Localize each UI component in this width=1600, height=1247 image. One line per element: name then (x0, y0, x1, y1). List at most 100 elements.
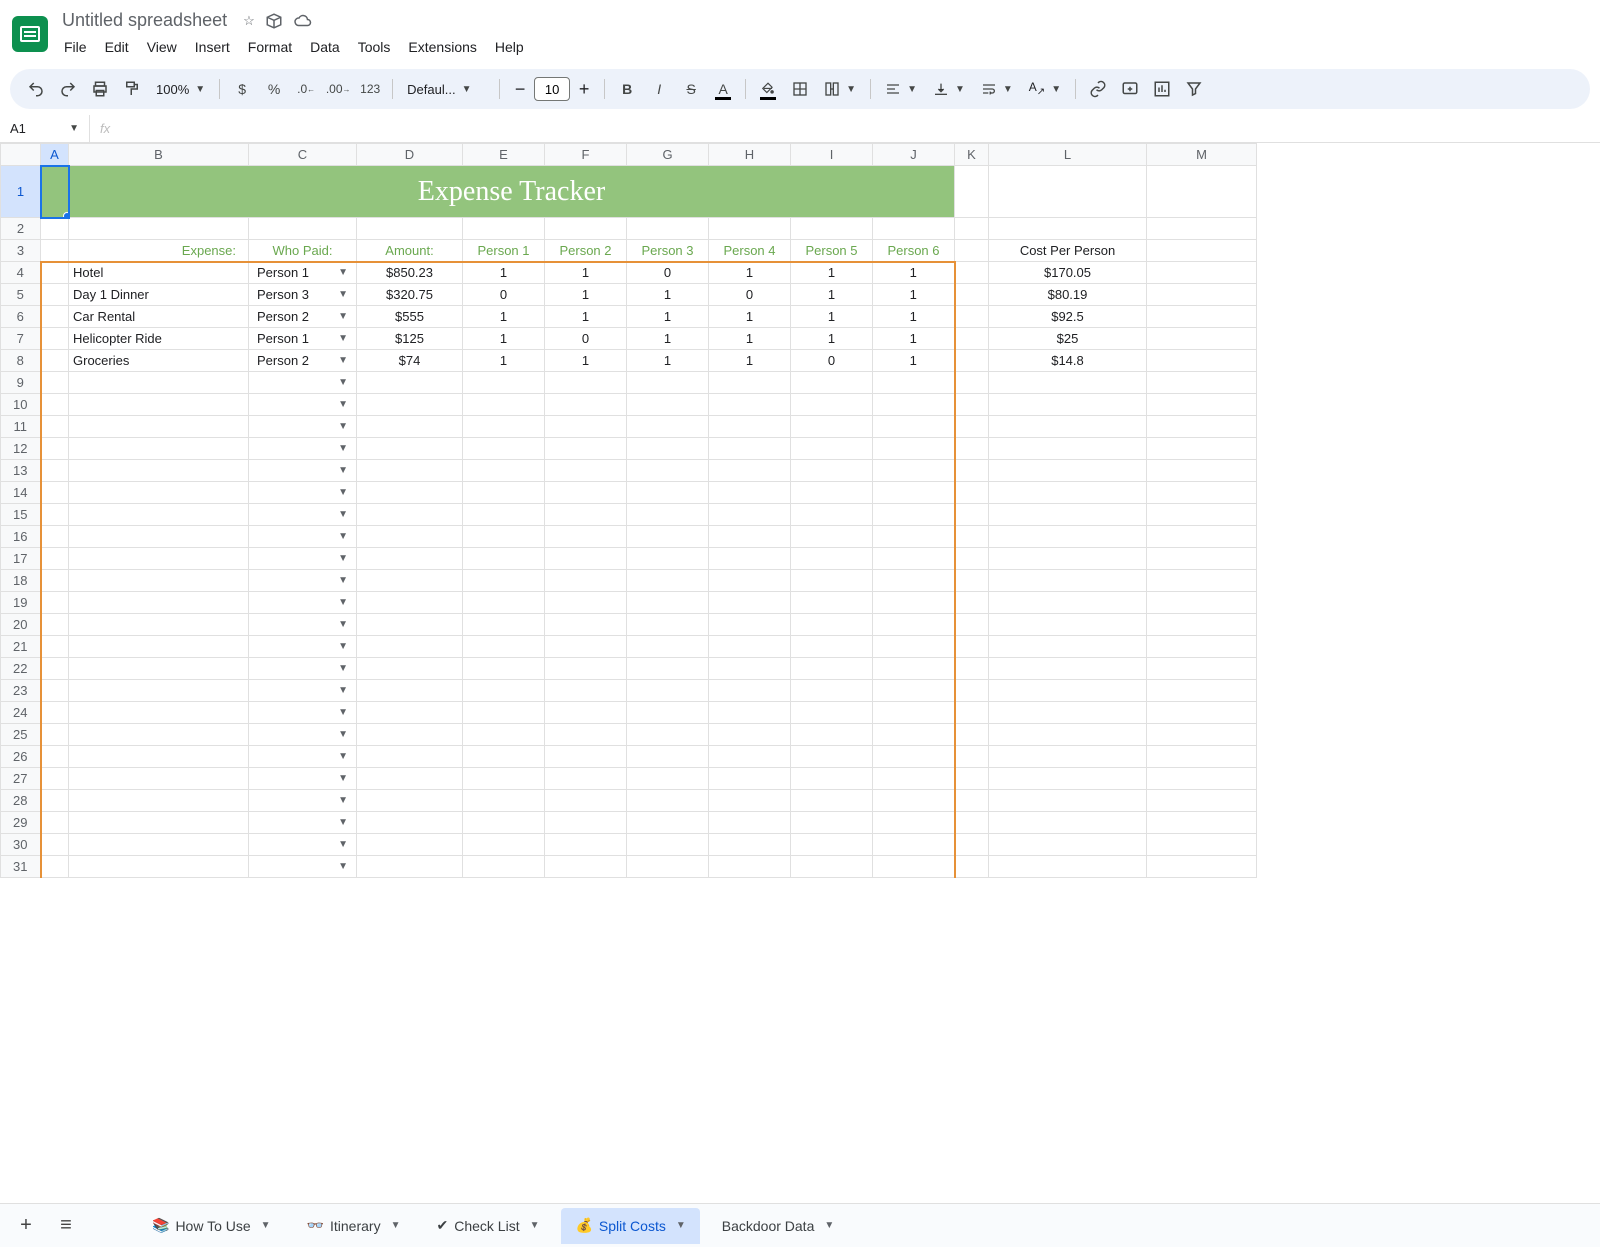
who-paid-0[interactable]: Person 1▼ (249, 262, 357, 284)
split-0-4[interactable]: 1 (791, 262, 873, 284)
cell[interactable] (545, 790, 627, 812)
cell[interactable] (1147, 724, 1257, 746)
dropdown-arrow-icon[interactable]: ▼ (338, 619, 348, 630)
cell[interactable] (69, 680, 249, 702)
cell[interactable] (791, 790, 873, 812)
cell[interactable] (69, 460, 249, 482)
cell[interactable] (955, 166, 989, 218)
cpp-0[interactable]: $170.05 (989, 262, 1147, 284)
cell[interactable] (955, 504, 989, 526)
cell[interactable] (41, 328, 69, 350)
more-formats-button[interactable]: 123 (356, 75, 384, 103)
dropdown-arrow-icon[interactable]: ▼ (338, 773, 348, 784)
menu-help[interactable]: Help (487, 35, 532, 59)
cell[interactable] (463, 372, 545, 394)
col-head-I[interactable]: I (791, 144, 873, 166)
cell[interactable] (1147, 328, 1257, 350)
cell[interactable] (41, 856, 69, 878)
cell[interactable] (545, 416, 627, 438)
cell[interactable] (41, 548, 69, 570)
cell[interactable] (989, 856, 1147, 878)
cell[interactable] (1147, 504, 1257, 526)
cell[interactable] (1147, 438, 1257, 460)
col-head-L[interactable]: L (989, 144, 1147, 166)
cell[interactable] (955, 812, 989, 834)
row-head-9[interactable]: 9 (1, 372, 41, 394)
cell[interactable] (545, 834, 627, 856)
cell[interactable] (41, 834, 69, 856)
cell[interactable] (41, 526, 69, 548)
cell[interactable] (627, 438, 709, 460)
cell[interactable] (791, 372, 873, 394)
cell[interactable] (709, 416, 791, 438)
cell[interactable] (1147, 570, 1257, 592)
cell[interactable] (1147, 834, 1257, 856)
cell[interactable] (989, 570, 1147, 592)
cell[interactable] (709, 526, 791, 548)
cell[interactable] (69, 548, 249, 570)
cell[interactable] (709, 218, 791, 240)
cell[interactable] (709, 460, 791, 482)
cell[interactable] (989, 438, 1147, 460)
dropdown-arrow-icon[interactable]: ▼ (338, 311, 348, 322)
cell[interactable] (41, 218, 69, 240)
cell[interactable] (873, 460, 955, 482)
cell[interactable] (41, 658, 69, 680)
star-icon[interactable]: ☆ (243, 13, 255, 29)
who-paid-empty-15[interactable]: ▼ (249, 702, 357, 724)
cell[interactable] (69, 482, 249, 504)
cell[interactable] (709, 570, 791, 592)
cell[interactable] (989, 504, 1147, 526)
cpp-3[interactable]: $25 (989, 328, 1147, 350)
col-head-A[interactable]: A (41, 144, 69, 166)
cell-A1[interactable] (41, 166, 69, 218)
italic-button[interactable]: I (645, 75, 673, 103)
cell[interactable] (41, 812, 69, 834)
dropdown-arrow-icon[interactable]: ▼ (338, 707, 348, 718)
cell[interactable] (545, 702, 627, 724)
cell[interactable] (69, 790, 249, 812)
header-p6[interactable]: Person 6 (873, 240, 955, 262)
cell[interactable] (463, 570, 545, 592)
cell[interactable] (955, 614, 989, 636)
cell[interactable] (627, 592, 709, 614)
cell[interactable] (357, 746, 463, 768)
cell[interactable] (873, 768, 955, 790)
col-head-C[interactable]: C (249, 144, 357, 166)
row-head-18[interactable]: 18 (1, 570, 41, 592)
dropdown-arrow-icon[interactable]: ▼ (338, 465, 348, 476)
col-head-G[interactable]: G (627, 144, 709, 166)
split-3-1[interactable]: 0 (545, 328, 627, 350)
font-size-decrease-button[interactable]: − (508, 77, 532, 101)
cell[interactable] (69, 416, 249, 438)
cell[interactable] (873, 372, 955, 394)
percent-button[interactable]: % (260, 75, 288, 103)
split-0-3[interactable]: 1 (709, 262, 791, 284)
split-4-2[interactable]: 1 (627, 350, 709, 372)
cell[interactable] (627, 768, 709, 790)
cell[interactable] (69, 570, 249, 592)
cell[interactable] (627, 460, 709, 482)
cell[interactable] (627, 636, 709, 658)
cell[interactable] (69, 592, 249, 614)
cell[interactable] (791, 746, 873, 768)
sheet-tab-itinerary[interactable]: 👓Itinerary▼ (293, 1208, 415, 1244)
cell[interactable] (463, 658, 545, 680)
cell[interactable] (627, 526, 709, 548)
cell[interactable] (545, 548, 627, 570)
split-3-2[interactable]: 1 (627, 328, 709, 350)
cell[interactable] (1147, 218, 1257, 240)
cell[interactable] (69, 526, 249, 548)
cell[interactable] (545, 482, 627, 504)
cell[interactable] (545, 614, 627, 636)
who-paid-empty-5[interactable]: ▼ (249, 482, 357, 504)
dropdown-arrow-icon[interactable]: ▼ (338, 421, 348, 432)
cell[interactable] (41, 702, 69, 724)
cell[interactable] (69, 218, 249, 240)
expense-2[interactable]: Car Rental (69, 306, 249, 328)
who-paid-empty-1[interactable]: ▼ (249, 394, 357, 416)
cell[interactable] (463, 856, 545, 878)
menu-view[interactable]: View (139, 35, 185, 59)
cell[interactable] (357, 570, 463, 592)
split-2-3[interactable]: 1 (709, 306, 791, 328)
